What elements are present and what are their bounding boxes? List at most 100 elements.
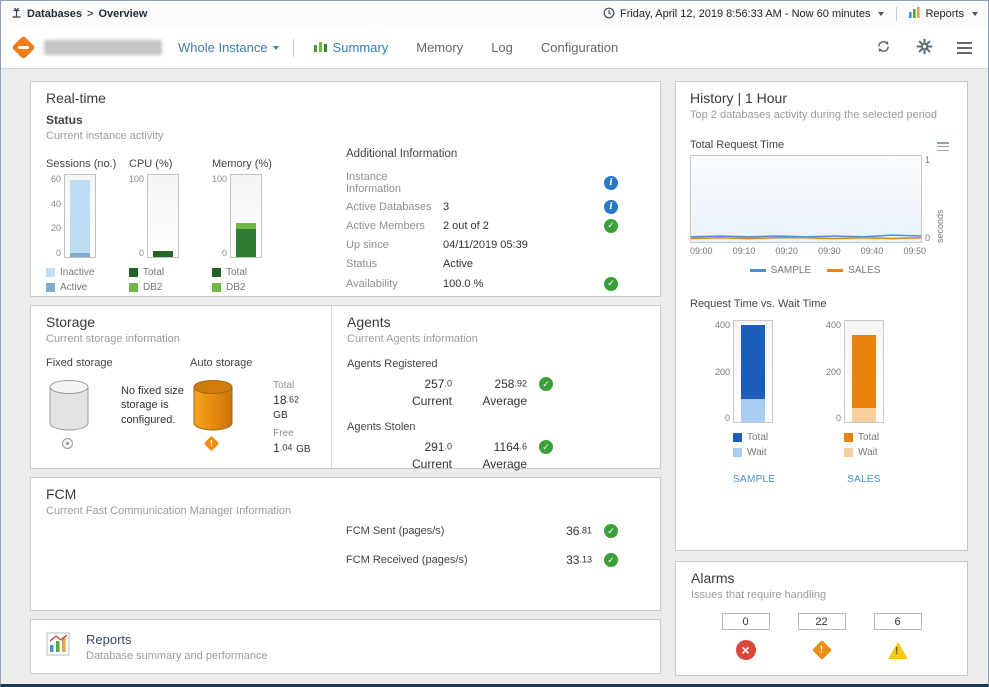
info-row: Instance Information bbox=[346, 168, 618, 197]
bar-segment-wait bbox=[741, 399, 765, 422]
timerange-caret-icon[interactable] bbox=[878, 12, 884, 16]
reports-text: Reports Database summary and performance bbox=[86, 632, 268, 662]
timerange-label[interactable]: Friday, April 12, 2019 8:56:33 AM - Now … bbox=[620, 8, 870, 20]
current-value: 291.0 bbox=[347, 440, 452, 454]
refresh-icon[interactable] bbox=[875, 38, 892, 58]
legend-swatch bbox=[827, 269, 843, 272]
row-label: Up since bbox=[346, 239, 443, 251]
fcm-received-row: FCM Received (pages/s) 33.13 bbox=[346, 553, 618, 567]
check-icon bbox=[539, 377, 553, 391]
history-description: Top 2 databases activity during the sele… bbox=[690, 109, 953, 121]
check-icon bbox=[604, 219, 618, 233]
legend-swatch bbox=[733, 433, 742, 442]
bar-segment-total bbox=[741, 325, 765, 399]
fixed-storage-message: No fixed size storage is configured. bbox=[121, 384, 190, 427]
row-value: 100.0 % bbox=[443, 278, 604, 290]
sales-link[interactable]: SALES bbox=[844, 474, 884, 485]
warning-icon[interactable] bbox=[888, 642, 908, 659]
chart-legend: Total DB2 bbox=[129, 267, 203, 293]
info-icon[interactable] bbox=[604, 176, 618, 190]
chart-legend: Inactive Active bbox=[46, 267, 120, 293]
chart-plot bbox=[147, 174, 179, 258]
app-window: Databases > Overview Friday, April 12, 2… bbox=[0, 0, 989, 687]
hamburger-menu-icon[interactable] bbox=[957, 42, 972, 54]
alarms-panel: Alarms Issues that require handling 0 22… bbox=[675, 561, 968, 676]
auto-storage-values: Total 18.62 GB Free 1.04 GB bbox=[273, 380, 316, 462]
warning-count[interactable]: 6 bbox=[874, 613, 922, 630]
top-bar: Databases > Overview Friday, April 12, 2… bbox=[1, 1, 988, 27]
info-row: Active Members 2 out of 2 bbox=[346, 216, 618, 235]
right-column: History | 1 Hour Top 2 databases activit… bbox=[675, 81, 968, 676]
legend-swatch bbox=[46, 268, 55, 277]
critical-icon[interactable] bbox=[812, 640, 832, 660]
current-label: Current bbox=[347, 457, 452, 471]
group-label: Agents Stolen bbox=[347, 421, 645, 433]
y-axis: 1000 bbox=[212, 174, 227, 258]
chart-plot bbox=[690, 155, 922, 243]
history-title: History | 1 Hour bbox=[690, 90, 953, 106]
agents-description: Current Agents information bbox=[347, 333, 645, 345]
tab-log[interactable]: Log bbox=[491, 40, 513, 55]
cpu-chart: CPU (%) 1000 Total bbox=[129, 158, 203, 293]
average-label: Average bbox=[452, 394, 527, 408]
free-label: Free bbox=[273, 428, 316, 439]
fatal-count[interactable]: 0 bbox=[722, 613, 770, 630]
breadcrumb-databases[interactable]: Databases bbox=[27, 8, 82, 20]
chart-plot bbox=[733, 320, 773, 423]
row-label: Active Databases bbox=[346, 201, 443, 213]
row-value: 3 bbox=[443, 201, 604, 213]
tab-summary[interactable]: Summary bbox=[314, 40, 389, 55]
topbar-right: Friday, April 12, 2019 8:56:33 AM - Now … bbox=[603, 7, 978, 22]
info-icon[interactable] bbox=[604, 200, 618, 214]
line-legend: SAMPLE SALES bbox=[690, 265, 940, 276]
row-label: Availability bbox=[346, 278, 443, 290]
breadcrumb: Databases > Overview bbox=[11, 7, 147, 21]
row-value: 36.81 bbox=[532, 524, 592, 538]
y-axis: 1000 bbox=[129, 174, 144, 258]
sales-bar-chart: 4002000 Total Wait bbox=[821, 320, 884, 485]
row-value: Active bbox=[443, 258, 604, 270]
fixed-storage-label: Fixed storage bbox=[46, 357, 190, 369]
tab-memory[interactable]: Memory bbox=[416, 40, 463, 55]
legend-swatch bbox=[750, 269, 766, 272]
row-value: 33.13 bbox=[532, 553, 592, 567]
info-row: Active Databases 3 bbox=[346, 197, 618, 216]
fatal-icon[interactable] bbox=[736, 640, 756, 660]
chart-options-icon[interactable] bbox=[937, 142, 949, 151]
legend-swatch bbox=[46, 283, 55, 292]
reports-panel[interactable]: Reports Database summary and performance bbox=[30, 619, 661, 674]
legend-swatch bbox=[733, 448, 742, 457]
tab-configuration[interactable]: Configuration bbox=[541, 40, 618, 55]
legend-label: Total bbox=[143, 267, 164, 278]
legend-swatch bbox=[129, 283, 138, 292]
sample-link[interactable]: SAMPLE bbox=[733, 474, 773, 485]
divider bbox=[896, 7, 897, 21]
reports-icon bbox=[909, 7, 920, 21]
legend-label: SAMPLE bbox=[771, 265, 812, 276]
check-icon bbox=[539, 440, 553, 454]
fatal-alarms: 0 bbox=[722, 613, 770, 660]
reports-caret-icon[interactable] bbox=[972, 12, 978, 16]
fcm-title: FCM bbox=[46, 486, 645, 502]
check-icon bbox=[604, 277, 618, 291]
timerange-icon bbox=[603, 7, 615, 22]
critical-count[interactable]: 22 bbox=[798, 613, 846, 630]
gear-icon[interactable] bbox=[916, 38, 933, 58]
reports-menu[interactable]: Reports bbox=[925, 8, 964, 20]
y-axis: 10 bbox=[922, 155, 935, 243]
scope-selector[interactable]: Whole Instance bbox=[178, 40, 279, 55]
info-row: Availability 100.0 % bbox=[346, 274, 618, 293]
realtime-description: Current instance activity bbox=[46, 130, 645, 142]
legend-label: DB2 bbox=[143, 282, 162, 293]
current-label: Current bbox=[347, 394, 452, 408]
additional-information: Additional Information Instance Informat… bbox=[346, 148, 618, 293]
app-logo-icon bbox=[11, 35, 35, 59]
chart-title: Memory (%) bbox=[212, 158, 286, 170]
free-value: 1.04 GB bbox=[273, 441, 316, 455]
chart-title: Sessions (no.) bbox=[46, 158, 120, 170]
row-value: 2 out of 2 bbox=[443, 220, 604, 232]
auto-storage-cylinder-icon bbox=[190, 421, 236, 435]
fcm-description: Current Fast Communication Manager Infor… bbox=[46, 505, 645, 517]
legend-swatch bbox=[212, 268, 221, 277]
request-vs-wait-title: Request Time vs. Wait Time bbox=[690, 298, 827, 310]
